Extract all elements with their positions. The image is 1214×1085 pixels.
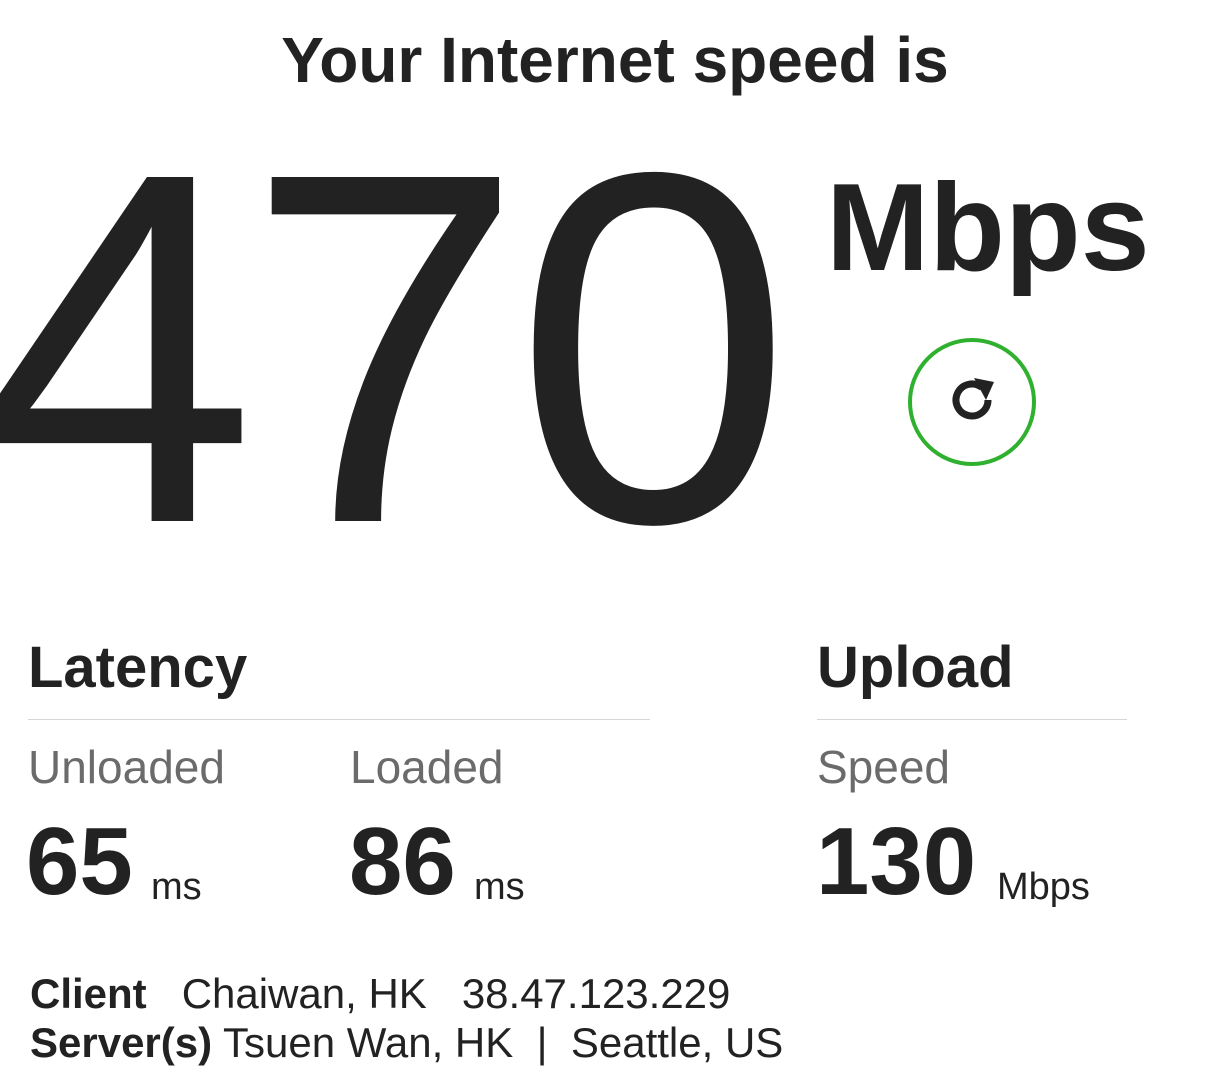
download-speed-unit: Mbps: [826, 159, 1150, 297]
latency-title: Latency: [28, 635, 248, 700]
loaded-label: Loaded: [350, 741, 504, 793]
servers-label: Server(s): [30, 1019, 213, 1066]
loaded-value: 86: [349, 808, 456, 915]
download-speed-value: 470: [0, 68, 792, 627]
servers-list: Tsuen Wan, HK | Seattle, US: [223, 1019, 784, 1066]
upload-title: Upload: [817, 635, 1014, 700]
unloaded-label: Unloaded: [28, 741, 225, 793]
client-location: Chaiwan, HK: [181, 970, 427, 1017]
unloaded-value: 65: [26, 808, 133, 915]
client-label: Client: [30, 970, 147, 1017]
upload-speed-value: 130: [816, 808, 977, 915]
upload-speed-unit: Mbps: [997, 866, 1090, 908]
refresh-icon: [942, 370, 1002, 435]
upload-divider: [817, 719, 1127, 720]
client-ip: 38.47.123.229: [461, 970, 731, 1017]
refresh-button[interactable]: [908, 338, 1036, 466]
servers-row: Server(s) Tsuen Wan, HK | Seattle, US: [30, 1019, 783, 1067]
unloaded-unit: ms: [151, 866, 202, 908]
loaded-unit: ms: [474, 866, 525, 908]
client-row: Client Chaiwan, HK 38.47.123.229: [30, 970, 730, 1018]
latency-divider: [28, 719, 650, 720]
upload-speed-label: Speed: [817, 741, 951, 793]
